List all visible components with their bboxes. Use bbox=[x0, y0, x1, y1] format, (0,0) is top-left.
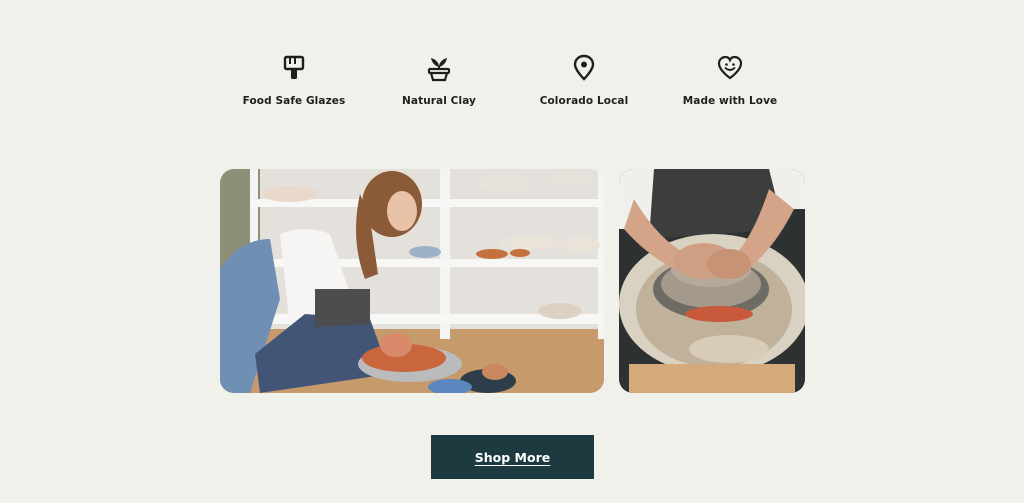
feature-natural-clay: Natural Clay bbox=[364, 54, 514, 107]
shop-more-button[interactable]: Shop More bbox=[431, 435, 594, 479]
photo-hands-shaping-clay bbox=[619, 169, 805, 393]
photo-woman-pottery-wheel bbox=[220, 169, 604, 393]
feature-made-with-love: Made with Love bbox=[655, 54, 805, 107]
map-pin-icon bbox=[571, 54, 597, 82]
feature-row: Food Safe Glazes Natural Clay Colorado L… bbox=[0, 54, 1024, 114]
feature-label: Made with Love bbox=[682, 95, 778, 107]
feature-label: Food Safe Glazes bbox=[242, 95, 346, 107]
feature-colorado-local: Colorado Local bbox=[509, 54, 659, 107]
feature-food-safe-glazes: Food Safe Glazes bbox=[219, 54, 369, 107]
sprout-pot-icon bbox=[426, 54, 452, 82]
feature-label: Colorado Local bbox=[539, 95, 629, 107]
paint-brush-icon bbox=[281, 54, 307, 82]
feature-label: Natural Clay bbox=[402, 95, 476, 107]
smiling-heart-icon bbox=[717, 54, 743, 82]
